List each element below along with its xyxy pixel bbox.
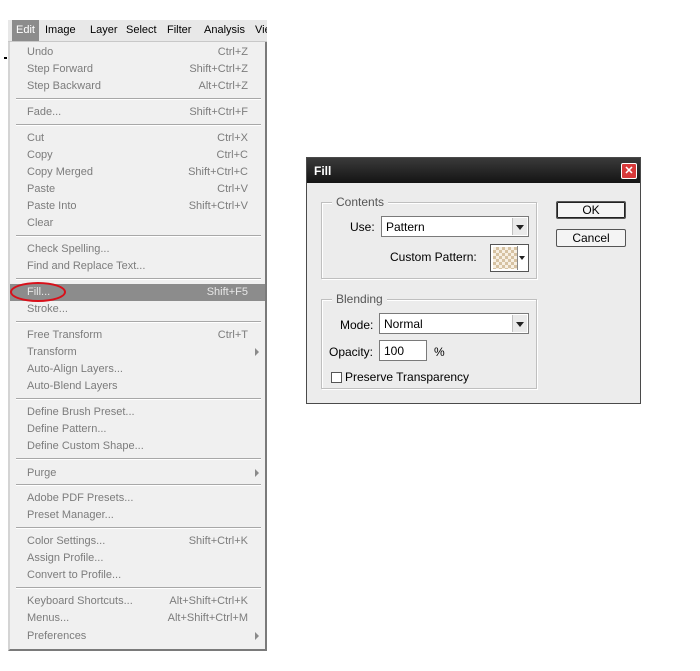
menu-item-free-transform[interactable]: Free Transform Ctrl+T	[10, 327, 265, 344]
menu-item-assign-profile[interactable]: Assign Profile...	[10, 550, 265, 567]
use-select[interactable]: Pattern	[381, 216, 529, 237]
fill-dialog: Fill ✕ Contents Use: Pattern Custom Patt…	[306, 157, 641, 404]
menu-item-clear[interactable]: Clear	[10, 215, 265, 232]
menu-edit[interactable]: Edit	[12, 20, 39, 41]
menu-item-fade[interactable]: Fade... Shift+Ctrl+F	[10, 104, 265, 121]
menu-item-step-backward[interactable]: Step Backward Alt+Ctrl+Z	[10, 78, 265, 95]
submenu-arrow-icon	[255, 632, 259, 640]
menu-filter[interactable]: Filter	[163, 20, 195, 41]
menu-item-transform[interactable]: Transform	[10, 344, 265, 361]
preserve-transparency-label: Preserve Transparency	[345, 370, 470, 384]
menu-item-find-replace[interactable]: Find and Replace Text...	[10, 258, 265, 275]
menu-item-preset-manager[interactable]: Preset Manager...	[10, 507, 265, 524]
menu-bar: Edit Image Layer Select Filter Analysis …	[8, 20, 267, 42]
edit-menu: Undo Ctrl+Z Step Forward Shift+Ctrl+Z Step…	[8, 42, 267, 651]
menu-separator	[16, 484, 261, 486]
blending-legend: Blending	[332, 292, 387, 306]
menu-item-paste-into[interactable]: Paste Into Shift+Ctrl+V	[10, 198, 265, 215]
preserve-transparency-checkbox[interactable]	[331, 372, 342, 383]
mode-label: Mode:	[340, 318, 374, 332]
submenu-arrow-icon	[255, 469, 259, 477]
chevron-down-icon[interactable]	[512, 315, 527, 332]
menu-item-color-settings[interactable]: Color Settings... Shift+Ctrl+K	[10, 533, 265, 550]
menu-item-pdf-presets[interactable]: Adobe PDF Presets...	[10, 490, 265, 507]
menu-item-preferences[interactable]: Preferences	[10, 628, 265, 645]
menu-layer[interactable]: Layer	[86, 20, 122, 41]
menu-separator	[16, 321, 261, 323]
opacity-label: Opacity:	[329, 345, 374, 359]
dialog-titlebar[interactable]: Fill ✕	[307, 158, 640, 183]
menu-separator	[16, 98, 261, 100]
menu-view[interactable]: Vie	[251, 20, 267, 41]
contents-legend: Contents	[332, 195, 389, 209]
chevron-down-icon[interactable]	[517, 246, 527, 270]
menu-item-auto-blend[interactable]: Auto-Blend Layers	[10, 378, 265, 395]
close-icon[interactable]: ✕	[621, 163, 637, 179]
menu-item-stroke[interactable]: Stroke...	[10, 301, 265, 318]
chevron-down-icon[interactable]	[512, 218, 527, 235]
menu-analysis[interactable]: Analysis	[200, 20, 249, 41]
opacity-input[interactable]: 100	[379, 340, 427, 361]
mode-select[interactable]: Normal	[379, 313, 529, 334]
menu-separator	[16, 124, 261, 126]
menu-item-paste[interactable]: Paste Ctrl+V	[10, 181, 265, 198]
menu-separator	[16, 278, 261, 280]
ok-button[interactable]: OK	[556, 201, 626, 219]
menu-item-copy[interactable]: Copy Ctrl+C	[10, 147, 265, 164]
menu-separator	[16, 458, 261, 460]
menu-item-menus[interactable]: Menus... Alt+Shift+Ctrl+M	[10, 610, 265, 627]
menu-select[interactable]: Select	[122, 20, 161, 41]
menu-item-cut[interactable]: Cut Ctrl+X	[10, 130, 265, 147]
annotation-circle	[10, 282, 66, 302]
custom-pattern-label: Custom Pattern:	[390, 250, 477, 264]
menu-item-step-forward[interactable]: Step Forward Shift+Ctrl+Z	[10, 61, 265, 78]
menu-separator	[16, 235, 261, 237]
use-select-value: Pattern	[386, 220, 425, 234]
tick-mark	[4, 57, 7, 59]
menu-item-define-pattern[interactable]: Define Pattern...	[10, 421, 265, 438]
menu-item-convert-profile[interactable]: Convert to Profile...	[10, 567, 265, 584]
menu-item-copy-merged[interactable]: Copy Merged Shift+Ctrl+C	[10, 164, 265, 181]
opacity-unit: %	[434, 345, 445, 359]
cancel-button[interactable]: Cancel	[556, 229, 626, 247]
menu-item-define-brush[interactable]: Define Brush Preset...	[10, 404, 265, 421]
menu-item-auto-align[interactable]: Auto-Align Layers...	[10, 361, 265, 378]
menu-item-purge[interactable]: Purge	[10, 465, 265, 482]
menu-separator	[16, 587, 261, 589]
mode-select-value: Normal	[384, 317, 423, 331]
menu-separator	[16, 527, 261, 529]
submenu-arrow-icon	[255, 348, 259, 356]
menu-item-undo[interactable]: Undo Ctrl+Z	[10, 44, 265, 61]
menu-item-check-spelling[interactable]: Check Spelling...	[10, 241, 265, 258]
dialog-title: Fill	[314, 164, 332, 178]
menu-item-keyboard-shortcuts[interactable]: Keyboard Shortcuts... Alt+Shift+Ctrl+K	[10, 593, 265, 610]
menu-image[interactable]: Image	[41, 20, 80, 41]
menu-item-define-shape[interactable]: Define Custom Shape...	[10, 438, 265, 455]
custom-pattern-picker[interactable]	[490, 244, 529, 272]
use-label: Use:	[350, 220, 375, 234]
pattern-swatch	[493, 247, 517, 269]
menu-separator	[16, 398, 261, 400]
